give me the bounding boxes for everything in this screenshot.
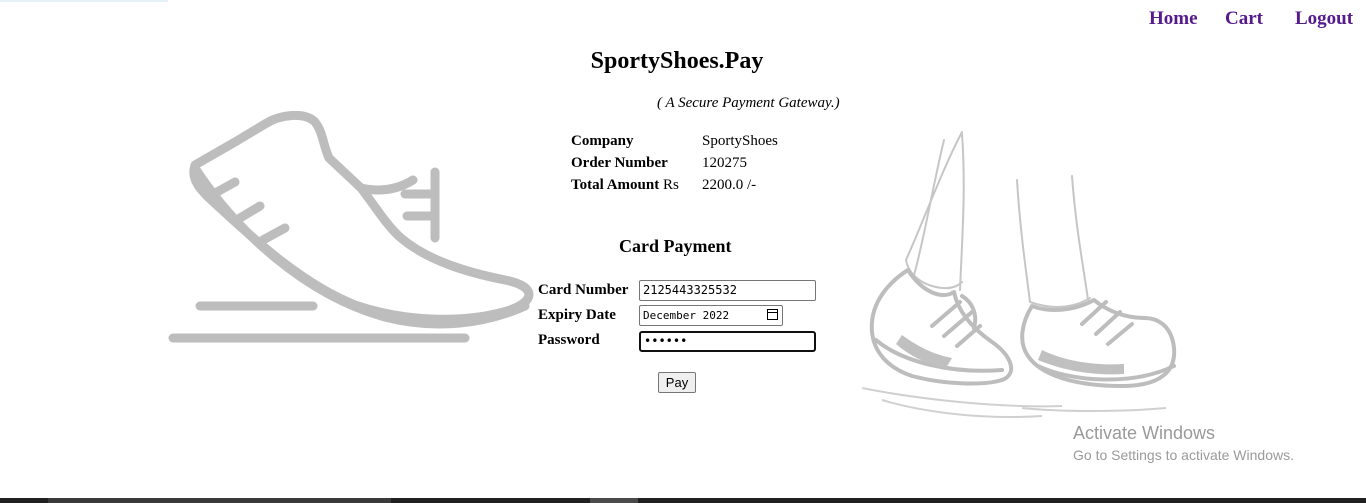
password-label: Password (538, 332, 600, 348)
calendar-icon[interactable] (767, 309, 778, 320)
card-number-label: Card Number (538, 282, 629, 298)
nav-logout-link[interactable]: Logout (1295, 8, 1353, 30)
taskbar (0, 498, 1366, 503)
currency-unit: Rs (662, 177, 679, 193)
card-number-input[interactable]: 2125443325532 (639, 280, 816, 301)
order-number-label: Order Number (571, 155, 668, 171)
total-amount-value: 2200.0 /- (702, 177, 757, 193)
order-number-value: 120275 (702, 155, 747, 171)
nav-home-link[interactable]: Home (1149, 8, 1198, 30)
walking-sneakers-icon (862, 131, 1177, 419)
taskbar-segment-active (590, 498, 638, 503)
taskbar-segment (48, 498, 391, 503)
pay-button[interactable]: Pay (658, 372, 696, 393)
expiry-date-label: Expiry Date (538, 307, 616, 323)
top-strip (0, 0, 168, 2)
page-subtitle: ( A Secure Payment Gateway.) (657, 95, 840, 111)
top-nav: Home Cart Logout (1149, 8, 1359, 32)
running-shoe-icon (168, 111, 534, 343)
nav-cart-link[interactable]: Cart (1225, 8, 1263, 30)
total-amount-label: Total Amount Rs (571, 177, 679, 194)
company-value: SportyShoes (702, 133, 778, 149)
expiry-date-value: December 2022 (643, 309, 730, 322)
page-title: SportyShoes.Pay (590, 48, 764, 74)
card-payment-title: Card Payment (619, 236, 732, 256)
password-input[interactable]: •••••• (639, 331, 816, 352)
activate-windows-watermark: Activate Windows Go to Settings to activ… (1073, 423, 1294, 463)
activate-windows-subtitle: Go to Settings to activate Windows. (1073, 447, 1294, 463)
total-amount-label-text: Total Amount (571, 177, 660, 193)
company-label: Company (571, 133, 634, 149)
activate-windows-title: Activate Windows (1073, 423, 1216, 443)
expiry-date-input[interactable]: December 2022 (639, 305, 783, 326)
